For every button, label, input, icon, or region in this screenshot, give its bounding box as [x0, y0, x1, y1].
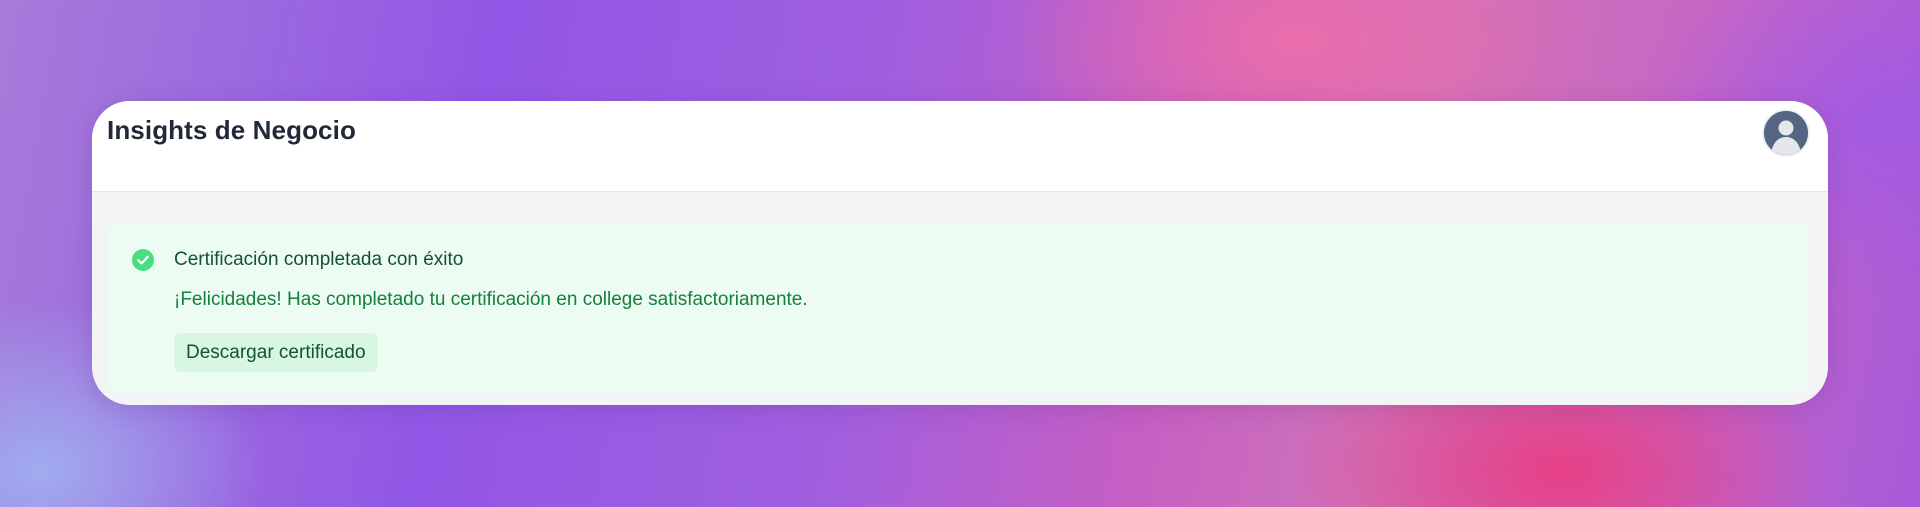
desktop-background: Insights de Negocio Certificación comple… — [0, 0, 1920, 507]
success-alert: Certificación completada con éxito ¡Feli… — [107, 223, 1808, 392]
download-certificate-button[interactable]: Descargar certificado — [174, 333, 378, 372]
top-bar: Insights de Negocio — [92, 101, 1828, 192]
check-circle-icon — [132, 249, 154, 271]
alert-title: Certificación completada con éxito — [174, 249, 464, 270]
user-avatar[interactable] — [1764, 111, 1808, 155]
page-title: Insights de Negocio — [107, 115, 356, 145]
app-window: Insights de Negocio Certificación comple… — [92, 101, 1828, 405]
user-avatar-icon — [1764, 111, 1808, 155]
alert-message: ¡Felicidades! Has completado tu certific… — [174, 289, 808, 310]
